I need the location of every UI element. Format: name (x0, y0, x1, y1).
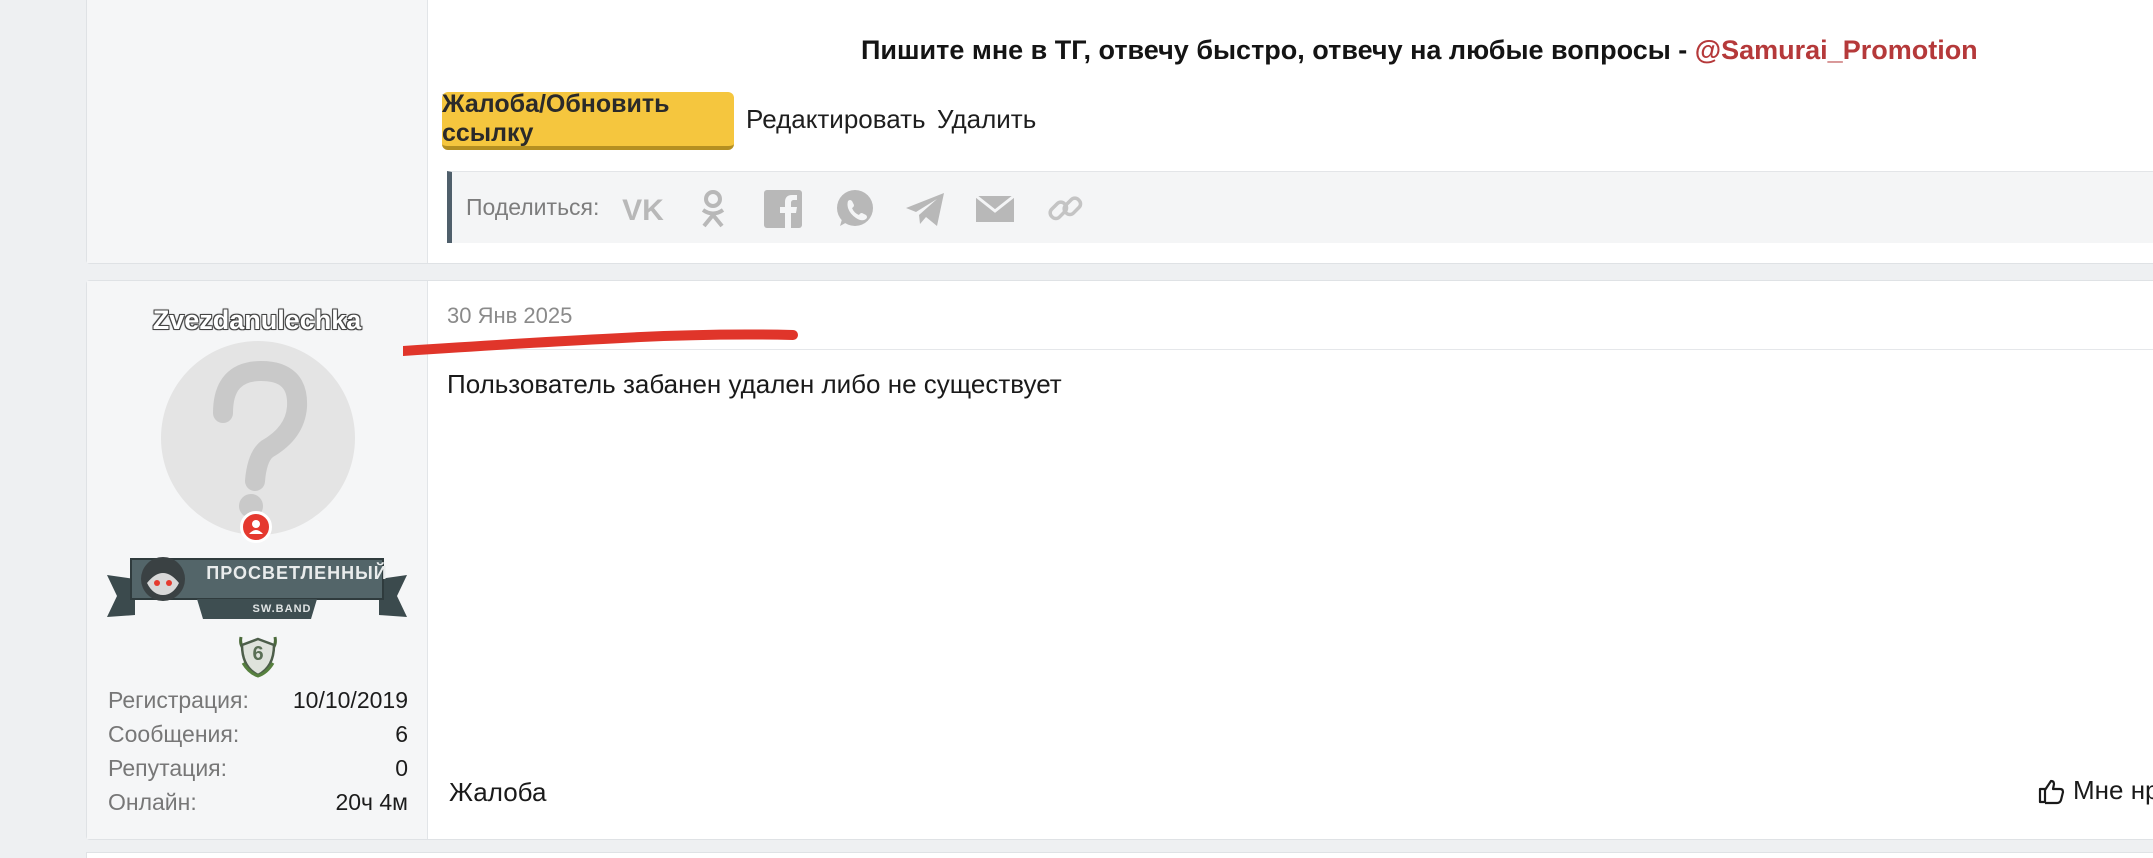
svg-text:VK: VK (622, 194, 664, 227)
stat-value: 0 (395, 755, 408, 781)
post-card-next (86, 852, 2153, 858)
post-card-previous: Пишите мне в ТГ, отвечу быстро, отвечу н… (86, 0, 2153, 264)
post-author-sidebar (87, 0, 428, 263)
stat-row-online: Онлайн: 20ч 4м (108, 789, 408, 823)
like-button[interactable]: Мне нр (2037, 775, 2153, 806)
email-icon[interactable] (974, 188, 1016, 230)
stat-label: Репутация: (108, 755, 228, 781)
stat-label: Онлайн: (108, 789, 197, 815)
stat-row-messages: Сообщения: 6 (108, 721, 408, 755)
thumbs-up-icon (2038, 779, 2065, 804)
post-author-sidebar: Zvezdanulechka ПРОСВЕТЛЕННЫЙ SW.BAND 6 Р… (87, 281, 428, 839)
facebook-icon[interactable] (762, 188, 804, 230)
promo-telegram-link[interactable]: @Samurai_Promotion (1695, 35, 1978, 65)
question-mark-icon (213, 360, 308, 518)
post-card: Zvezdanulechka ПРОСВЕТЛЕННЫЙ SW.BAND 6 Р… (86, 280, 2153, 840)
report-update-link-button[interactable]: Жалоба/Обновить ссылку (442, 90, 734, 150)
avatar[interactable] (161, 341, 355, 535)
author-username[interactable]: Zvezdanulechka (87, 305, 427, 336)
report-link[interactable]: Жалоба (449, 777, 546, 808)
stat-row-registration: Регистрация: 10/10/2019 (108, 687, 408, 721)
stat-row-reputation: Репутация: 0 (108, 755, 408, 789)
user-status-icon (240, 511, 272, 543)
signature-promo: Пишите мне в ТГ, отвечу быстро, отвечу н… (861, 35, 1978, 66)
link-icon[interactable] (1044, 188, 1086, 230)
annotation-underline (403, 329, 798, 356)
delete-button[interactable]: Удалить (937, 104, 1036, 135)
forum-page: Пишите мне в ТГ, отвечу быстро, отвечу н… (0, 0, 2153, 858)
rank-banner: ПРОСВЕТЛЕННЫЙ SW.BAND (107, 553, 407, 629)
post-message: Пользователь забанен удален либо не суще… (447, 369, 1062, 399)
edit-button[interactable]: Редактировать (746, 104, 926, 135)
stat-value: 20ч 4м (335, 789, 408, 815)
vk-icon[interactable]: VK (622, 188, 664, 230)
level-badge-icon: 6 (235, 633, 281, 679)
telegram-icon[interactable] (904, 188, 946, 230)
like-label: Мне нр (2073, 775, 2153, 805)
stat-label: Регистрация: (108, 687, 249, 713)
stat-value: 6 (395, 721, 408, 747)
promo-text: Пишите мне в ТГ, отвечу быстро, отвечу н… (861, 35, 1695, 65)
level-number: 6 (252, 643, 264, 665)
stat-label: Сообщения: (108, 721, 240, 747)
share-label: Поделиться: (466, 194, 600, 220)
whatsapp-icon[interactable] (834, 188, 876, 230)
stat-value: 10/10/2019 (292, 687, 408, 713)
rank-subtitle: SW.BAND (252, 603, 312, 615)
author-stats: Регистрация: 10/10/2019 Сообщения: 6 Реп… (108, 687, 408, 823)
rank-title: ПРОСВЕТЛЕННЫЙ (206, 563, 388, 583)
share-bar: Поделиться: VK (447, 171, 2153, 243)
odnoklassniki-icon[interactable] (692, 188, 734, 230)
